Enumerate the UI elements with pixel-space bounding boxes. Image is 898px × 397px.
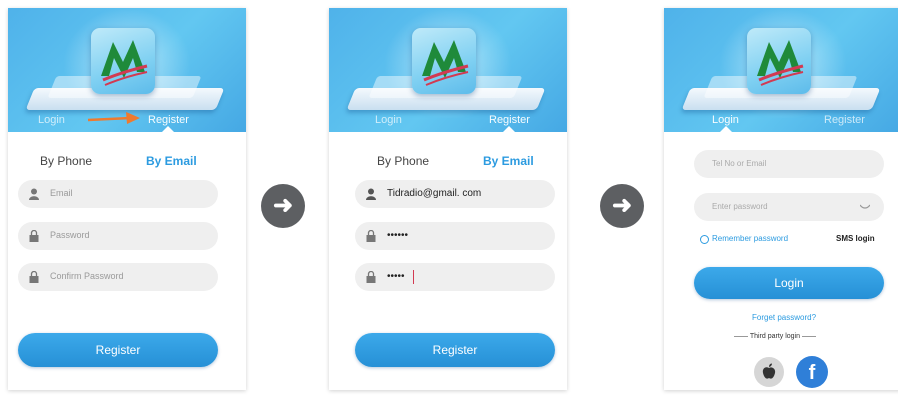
login-button[interactable]: Login (694, 267, 884, 299)
active-tab-marker (720, 126, 732, 132)
lock-icon (366, 230, 376, 242)
apple-login-button[interactable] (754, 357, 784, 387)
confirm-password-field[interactable]: ••••• (355, 263, 555, 291)
register-button[interactable]: Register (18, 333, 218, 367)
email-field[interactable]: Email (18, 180, 218, 208)
tab-login[interactable]: Login (38, 114, 65, 126)
facebook-icon: f (808, 362, 816, 384)
tab-register[interactable]: Register (489, 114, 530, 126)
active-tab-marker (503, 126, 515, 132)
lock-icon (29, 230, 39, 242)
text-cursor (413, 270, 414, 284)
lock-icon (29, 271, 39, 283)
hero-banner: Login Register (8, 8, 246, 132)
facebook-login-button[interactable]: f (796, 356, 828, 388)
email-field[interactable]: Tidradio@gmail. com (355, 180, 555, 208)
tab-register[interactable]: Register (824, 114, 865, 126)
eye-closed-icon[interactable] (860, 204, 870, 210)
orange-arrow-icon (87, 112, 140, 124)
tab-login[interactable]: Login (712, 114, 739, 126)
remember-checkbox[interactable] (700, 235, 709, 244)
subtab-by-phone[interactable]: By Phone (377, 154, 429, 168)
hero-banner: Login Register (329, 8, 567, 132)
app-logo-icon (747, 28, 811, 94)
account-field[interactable]: Tel No or Email (694, 150, 884, 178)
register-button[interactable]: Register (355, 333, 555, 367)
tab-login[interactable]: Login (375, 114, 402, 126)
lock-icon (366, 271, 376, 283)
hero-banner: Login Register (664, 8, 898, 132)
register-filled-screen: Login Register By Phone By Email Tidradi… (329, 8, 567, 390)
app-logo-icon (91, 28, 155, 94)
next-step-arrow-icon: ➜ (600, 184, 644, 228)
app-logo-icon (412, 28, 476, 94)
login-screen: Login Register Tel No or Email Enter pas… (664, 8, 898, 390)
user-icon (29, 188, 39, 200)
apple-icon (762, 363, 776, 379)
forget-password-link[interactable]: Forget password? (752, 313, 816, 322)
tab-register[interactable]: Register (148, 114, 189, 126)
user-icon (366, 188, 376, 200)
register-email-screen: Login Register By Phone By Email Email P… (8, 8, 246, 390)
subtab-by-phone[interactable]: By Phone (40, 154, 92, 168)
subtab-by-email[interactable]: By Email (146, 154, 197, 168)
remember-password-label[interactable]: Remember password (712, 234, 788, 243)
active-tab-marker (162, 126, 174, 132)
subtab-by-email[interactable]: By Email (483, 154, 534, 168)
password-field[interactable]: •••••• (355, 222, 555, 250)
confirm-password-field[interactable]: Confirm Password (18, 263, 218, 291)
password-field[interactable]: Enter password (694, 193, 884, 221)
sms-login-link[interactable]: SMS login (836, 234, 875, 243)
password-field[interactable]: Password (18, 222, 218, 250)
third-party-login-label: —— Third party login —— (734, 333, 816, 340)
next-step-arrow-icon: ➜ (261, 184, 305, 228)
